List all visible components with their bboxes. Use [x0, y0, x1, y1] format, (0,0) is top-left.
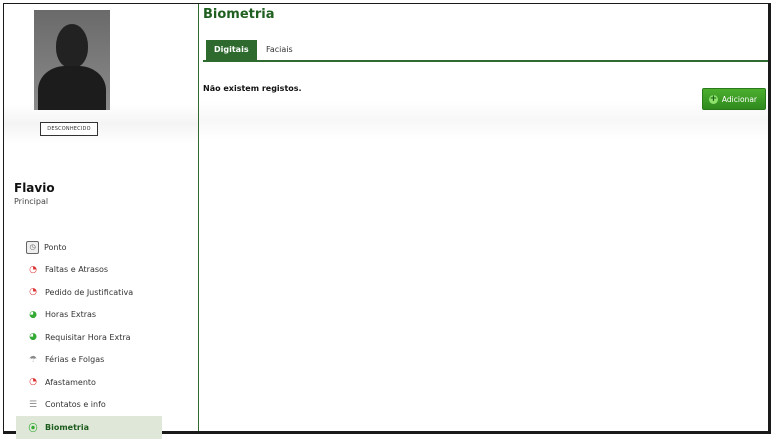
alert-clock-icon: ◔	[29, 287, 37, 298]
fingerprint-icon: ⦿	[28, 423, 38, 434]
sidebar-item-label: Biometria	[45, 422, 90, 432]
user-name: Flavio	[14, 181, 55, 195]
umbrella-icon: ☂	[28, 354, 38, 365]
overtime-clock-icon: ◕	[29, 309, 37, 320]
sidebar-item-afastamento[interactable]: ◔ Afastamento	[16, 371, 162, 394]
main-content: Biometria Digitais Faciais Não existem r…	[199, 4, 768, 431]
avatar[interactable]	[34, 10, 110, 110]
user-role: Principal	[14, 197, 49, 206]
content-fade	[199, 100, 768, 140]
page-title: Biometria	[203, 7, 275, 22]
alert-clock-icon: ◔	[29, 264, 37, 275]
sidebar-item-label: Afastamento	[45, 377, 96, 387]
alert-clock-icon: ◔	[29, 377, 37, 388]
sidebar-item-ferias-folgas[interactable]: ☂ Férias e Folgas	[16, 349, 162, 372]
sidebar-item-pedido-justificativa[interactable]: ◔ Pedido de Justificativa	[16, 281, 162, 304]
tab-bar: Digitais Faciais	[203, 40, 768, 62]
sidebar-item-label: Horas Extras	[45, 310, 97, 320]
sidebar-item-label: Ponto	[44, 242, 67, 252]
sidebar-item-label: Pedido de Justificativa	[45, 287, 134, 297]
sidebar-item-horas-extras[interactable]: ◕ Horas Extras	[16, 304, 162, 327]
sidebar-item-label: Requisitar Hora Extra	[45, 332, 131, 342]
sidebar-item-ponto[interactable]: ◷ Ponto	[16, 236, 162, 259]
overtime-clock-icon: ◕	[29, 332, 37, 343]
sidebar-item-contatos-info[interactable]: ☰ Contatos e info	[16, 394, 162, 417]
sidebar-item-label: Faltas e Atrasos	[45, 265, 109, 275]
status-badge: DESCONHECIDO	[40, 122, 98, 136]
sidebar-item-label: Férias e Folgas	[45, 355, 105, 365]
sidebar-menu: ◷ Ponto ◔ Faltas e Atrasos ◔ Pedido de J…	[16, 236, 162, 439]
sidebar-item-biometria[interactable]: ⦿ Biometria	[16, 416, 162, 439]
sidebar-item-requisitar-hora-extra[interactable]: ◕ Requisitar Hora Extra	[16, 326, 162, 349]
avatar-head-silhouette	[56, 24, 88, 68]
add-button[interactable]: + Adicionar	[701, 88, 766, 110]
sidebar: DESCONHECIDO Flavio Principal ◷ Ponto ◔ …	[4, 4, 198, 439]
tab-faciais[interactable]: Faciais	[258, 40, 301, 60]
empty-state-message: Não existem registos.	[203, 84, 302, 93]
profile-photo-block: DESCONHECIDO	[34, 10, 110, 136]
tab-digitais[interactable]: Digitais	[206, 40, 257, 60]
app-frame: DESCONHECIDO Flavio Principal ◷ Ponto ◔ …	[3, 3, 771, 439]
avatar-body-silhouette	[38, 66, 106, 110]
sidebar-item-label: Contatos e info	[45, 400, 106, 410]
plus-icon: +	[708, 93, 718, 104]
list-icon: ☰	[28, 399, 38, 410]
clock-icon: ◷	[26, 240, 39, 254]
sidebar-item-faltas-atrasos[interactable]: ◔ Faltas e Atrasos	[16, 259, 162, 282]
add-button-label: Adicionar	[721, 94, 757, 104]
